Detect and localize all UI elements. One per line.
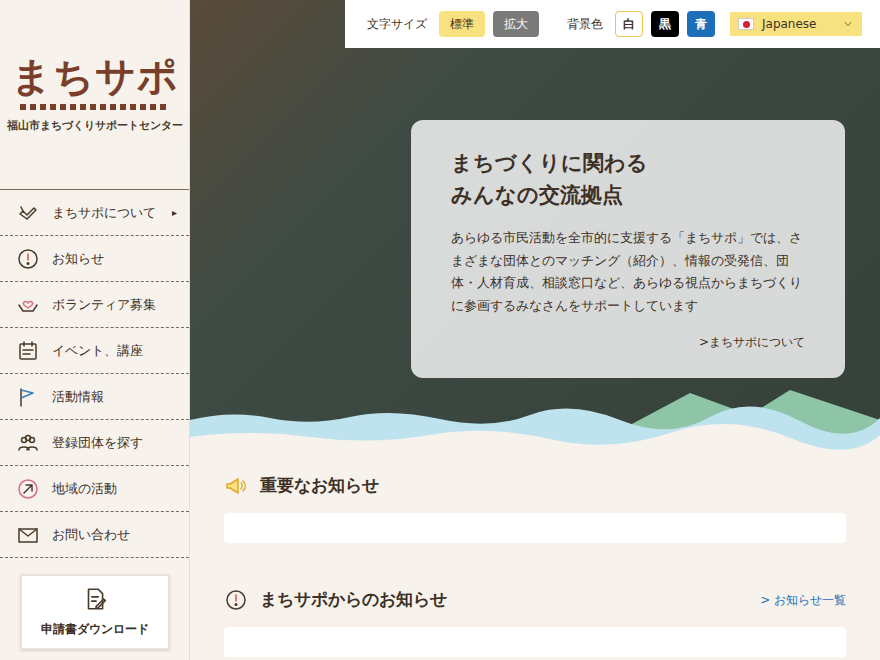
notice-section: まちサポからのお知らせ > お知らせ一覧 <box>224 587 846 657</box>
logo-title[interactable]: まちサポ <box>11 56 179 96</box>
hero-wave <box>190 385 880 455</box>
pin-icon <box>16 477 40 501</box>
font-size-button[interactable]: 標準 <box>439 11 485 37</box>
flag-icon <box>16 385 40 409</box>
sections: 重要なお知らせまちサポからのお知らせ > お知らせ一覧 <box>190 455 880 657</box>
logo-subtitle[interactable]: 福山市まちづくりサポートセンター <box>7 118 183 134</box>
language-select[interactable]: Japanese <box>730 12 862 36</box>
nav-label[interactable]: お知らせ <box>52 249 177 269</box>
nav-item[interactable]: まちサポについて ▸ <box>0 190 189 236</box>
download-label[interactable]: 申請書ダウンロード <box>41 620 149 638</box>
nav-label[interactable]: まちサポについて <box>52 203 160 223</box>
nav-label[interactable]: 登録団体を探す <box>52 433 177 453</box>
nav-item[interactable]: 活動情報 <box>0 374 189 420</box>
more-link[interactable]: > お知らせ一覧 <box>760 591 846 609</box>
megaphone-icon <box>224 474 248 498</box>
nav-label[interactable]: 活動情報 <box>52 387 177 407</box>
exclamation-icon <box>16 247 40 271</box>
section-title: まちサポからのお知らせ <box>260 587 748 613</box>
language-value[interactable]: Japanese <box>762 15 834 33</box>
nav-label[interactable]: ボランティア募集 <box>52 295 177 315</box>
hero-body: あらゆる市民活動を全市的に支援する「まちサポ」では、さまざまな団体とのマッチング… <box>451 227 805 317</box>
mail-icon <box>16 523 40 547</box>
section-header: まちサポからのお知らせ > お知らせ一覧 <box>224 587 846 613</box>
chevron-down-icon <box>842 18 854 30</box>
hero-photo: 文字サイズ標準拡大 背景色白黒青 Japanese まちづくりに関わるみんなの交流拠点… <box>190 0 880 455</box>
calendar-icon <box>16 339 40 363</box>
nav-label[interactable]: 地域の活動 <box>52 479 177 499</box>
people-icon <box>16 431 40 455</box>
section-header: 重要なお知らせ <box>224 473 846 499</box>
section-box <box>224 513 846 543</box>
nav-item[interactable]: 地域の活動 <box>0 466 189 512</box>
nav-label[interactable]: お問い合わせ <box>52 525 177 545</box>
document-pen-icon <box>82 586 108 612</box>
nav-item[interactable]: お知らせ <box>0 236 189 282</box>
submenu-arrow[interactable]: ▸ <box>172 205 177 220</box>
nav-item[interactable]: ボランティア募集 <box>0 282 189 328</box>
bg-color-button[interactable]: 白 <box>615 11 643 37</box>
nav-item[interactable]: 登録団体を探す <box>0 420 189 466</box>
download-button[interactable]: 申請書ダウンロード <box>20 574 170 650</box>
section-box <box>224 627 846 657</box>
bg-color-button[interactable]: 青 <box>687 11 715 37</box>
logo-rail <box>20 104 170 110</box>
main-content: 文字サイズ標準拡大 背景色白黒青 Japanese まちづくりに関わるみんなの交流拠点… <box>190 0 880 660</box>
toolbar: 文字サイズ標準拡大 背景色白黒青 Japanese <box>345 0 880 48</box>
bg-color-button[interactable]: 黒 <box>651 11 679 37</box>
about-link[interactable]: >まちサポについて <box>699 333 805 351</box>
hero-title-line: みんなの交流拠点 <box>451 180 805 212</box>
hero-title: まちづくりに関わるみんなの交流拠点 <box>451 148 805 211</box>
font-size-button[interactable]: 拡大 <box>493 11 539 37</box>
hand-pointer-icon <box>16 201 40 225</box>
hero-card: まちづくりに関わるみんなの交流拠点あらゆる市民活動を全市的に支援する「まちサポ」… <box>411 120 845 378</box>
bg-color-label: 背景色 <box>567 15 603 33</box>
main-nav: まちサポについて ▸ お知らせボランティア募集イベント、講座活動情報登録団体を探す地… <box>0 190 189 558</box>
logo[interactable]: まちサポ福山市まちづくりサポートセンター <box>0 0 189 190</box>
heart-hands-icon <box>16 293 40 317</box>
section-title: 重要なお知らせ <box>260 473 846 499</box>
nav-item[interactable]: イベント、講座 <box>0 328 189 374</box>
nav-label[interactable]: イベント、講座 <box>52 341 177 361</box>
font-size-label: 文字サイズ <box>367 15 427 33</box>
exclamation-icon <box>224 588 248 612</box>
hero-title-line: まちづくりに関わる <box>451 148 805 180</box>
japan-flag-icon <box>738 18 754 30</box>
sidebar: まちサポ福山市まちづくりサポートセンターまちサポについて ▸ お知らせボランティア募… <box>0 0 190 660</box>
nav-item[interactable]: お問い合わせ <box>0 512 189 558</box>
notice-section: 重要なお知らせ <box>224 473 846 543</box>
